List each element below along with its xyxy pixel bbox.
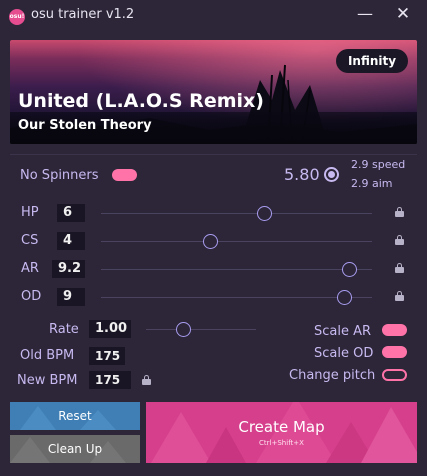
minimize-icon[interactable]: — [352, 4, 378, 26]
create-map-label: Create Map [238, 418, 325, 436]
speed-rating: 2.9 speed [351, 158, 406, 171]
aim-rating: 2.9 aim [351, 177, 393, 190]
bpm-lock-icon[interactable] [142, 375, 151, 385]
rate-slider-handle[interactable] [176, 322, 191, 337]
cs-label: CS [21, 233, 39, 248]
reset-button-label: Reset [58, 409, 92, 423]
close-icon[interactable]: ✕ [390, 4, 416, 26]
change-pitch-label: Change pitch [289, 368, 376, 383]
hp-slider-track[interactable] [101, 213, 372, 214]
od-value[interactable]: 9 [57, 288, 85, 306]
app-logo-icon: osu! [9, 9, 25, 25]
scale-ar-toggle[interactable] [382, 324, 407, 336]
new-bpm-label: New BPM [17, 373, 78, 388]
difficulty-name-badge: Infinity [336, 49, 408, 73]
rate-value[interactable]: 1.00 [89, 320, 131, 338]
rate-label: Rate [49, 322, 79, 337]
hp-slider-handle[interactable] [257, 206, 272, 221]
star-rating-icon [324, 167, 339, 182]
old-bpm-label: Old BPM [20, 348, 75, 363]
clean-up-button[interactable]: Clean Up [10, 435, 140, 463]
no-spinners-label: No Spinners [20, 168, 99, 183]
ar-value[interactable]: 9.2 [52, 260, 85, 278]
scale-ar-label: Scale AR [314, 324, 372, 339]
hp-lock-icon[interactable] [395, 207, 404, 217]
star-rating: 5.80 [284, 165, 320, 184]
old-bpm-value: 175 [89, 347, 125, 365]
od-slider-track[interactable] [101, 297, 372, 298]
od-lock-icon[interactable] [395, 291, 404, 301]
cs-value[interactable]: 4 [57, 232, 85, 250]
cs-slider-track[interactable] [101, 241, 372, 242]
title-bar: osu! osu trainer v1.2 — ✕ [0, 0, 427, 32]
cs-lock-icon[interactable] [395, 235, 404, 245]
hp-label: HP [21, 205, 39, 220]
scale-od-label: Scale OD [314, 346, 374, 361]
hp-value[interactable]: 6 [57, 204, 85, 222]
cs-slider-handle[interactable] [203, 234, 218, 249]
od-label: OD [21, 289, 42, 304]
song-title: United (L.A.O.S Remix) [18, 90, 264, 112]
ar-label: AR [21, 261, 39, 276]
section-divider [10, 154, 417, 155]
new-bpm-value[interactable]: 175 [89, 371, 131, 389]
clean-up-button-label: Clean Up [47, 442, 103, 456]
ar-slider-track[interactable] [101, 269, 372, 270]
od-slider-handle[interactable] [337, 290, 352, 305]
create-map-shortcut: Ctrl+Shift+X [259, 439, 304, 447]
song-artist: Our Stolen Theory [18, 118, 152, 133]
create-map-button[interactable]: Create Map Ctrl+Shift+X [146, 402, 417, 463]
no-spinners-toggle[interactable] [112, 169, 137, 181]
scale-od-toggle[interactable] [382, 346, 407, 358]
ar-slider-handle[interactable] [342, 262, 357, 277]
rate-slider-track[interactable] [146, 329, 256, 330]
reset-button[interactable]: Reset [10, 402, 140, 430]
change-pitch-toggle[interactable] [382, 369, 407, 381]
ar-lock-icon[interactable] [395, 263, 404, 273]
beatmap-banner: Infinity United (L.A.O.S Remix) Our Stol… [10, 40, 417, 144]
window-title: osu trainer v1.2 [31, 7, 135, 22]
